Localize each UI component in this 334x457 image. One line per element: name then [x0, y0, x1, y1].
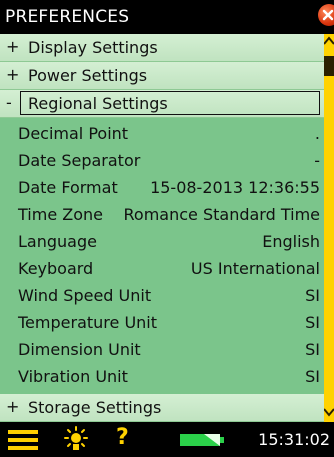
setting-value: English: [262, 232, 320, 251]
title-bar: PREFERENCES: [0, 0, 334, 34]
setting-label: Temperature Unit: [18, 313, 158, 332]
setting-dimension-unit[interactable]: Dimension Unit SI: [0, 336, 324, 363]
setting-label: Date Format: [18, 178, 118, 197]
help-icon[interactable]: ?: [116, 425, 129, 450]
bottom-bar: ? 15:31:02: [0, 422, 334, 457]
setting-value: SI: [305, 286, 320, 305]
setting-label: Time Zone: [18, 205, 103, 224]
setting-value: SI: [305, 340, 320, 359]
group-regional-settings[interactable]: - Regional Settings: [0, 90, 324, 118]
scroll-down-icon[interactable]: [324, 404, 334, 420]
setting-keyboard[interactable]: Keyboard US International: [0, 255, 324, 282]
settings-list: + Display Settings + Power Settings - Re…: [0, 34, 324, 422]
expand-icon: +: [6, 65, 20, 84]
group-label: Display Settings: [28, 38, 158, 57]
setting-temperature-unit[interactable]: Temperature Unit SI: [0, 309, 324, 336]
setting-value: 15-08-2013 12:36:55: [150, 178, 320, 197]
setting-value: US International: [190, 259, 320, 278]
menu-icon[interactable]: [8, 430, 38, 450]
sun-icon[interactable]: [62, 426, 90, 454]
setting-wind-speed-unit[interactable]: Wind Speed Unit SI: [0, 282, 324, 309]
group-label: Regional Settings: [28, 94, 168, 113]
group-power-settings[interactable]: + Power Settings: [0, 62, 324, 90]
expand-icon: +: [6, 37, 20, 56]
setting-label: Date Separator: [18, 151, 141, 170]
setting-label: Language: [18, 232, 97, 251]
setting-label: Dimension Unit: [18, 340, 141, 359]
setting-decimal-point[interactable]: Decimal Point .: [0, 120, 324, 147]
group-display-settings[interactable]: + Display Settings: [0, 34, 324, 62]
group-storage-settings[interactable]: + Storage Settings: [0, 394, 324, 422]
scroll-thumb[interactable]: [324, 56, 334, 76]
setting-language[interactable]: Language English: [0, 228, 324, 255]
scroll-up-icon[interactable]: [324, 34, 334, 52]
close-icon[interactable]: [318, 4, 334, 26]
group-label: Storage Settings: [28, 398, 162, 417]
setting-label: Keyboard: [18, 259, 94, 278]
setting-label: Vibration Unit: [18, 367, 128, 386]
setting-value: -: [314, 151, 320, 170]
group-label: Power Settings: [28, 66, 148, 85]
collapse-icon: -: [6, 93, 12, 112]
setting-value: Romance Standard Time: [123, 205, 320, 224]
setting-vibration-unit[interactable]: Vibration Unit SI: [0, 363, 324, 390]
scrollbar[interactable]: [324, 34, 334, 422]
window-title: PREFERENCES: [5, 7, 130, 27]
setting-time-zone[interactable]: Time Zone Romance Standard Time: [0, 201, 324, 228]
setting-label: Decimal Point: [18, 124, 129, 143]
setting-value: SI: [305, 367, 320, 386]
setting-date-separator[interactable]: Date Separator -: [0, 147, 324, 174]
battery-icon: [180, 434, 224, 446]
setting-label: Wind Speed Unit: [18, 286, 152, 305]
setting-date-format[interactable]: Date Format 15-08-2013 12:36:55: [0, 174, 324, 201]
clock: 15:31:02: [258, 430, 330, 449]
setting-value: SI: [305, 313, 320, 332]
expand-icon: +: [6, 397, 20, 416]
setting-value: .: [314, 124, 320, 143]
